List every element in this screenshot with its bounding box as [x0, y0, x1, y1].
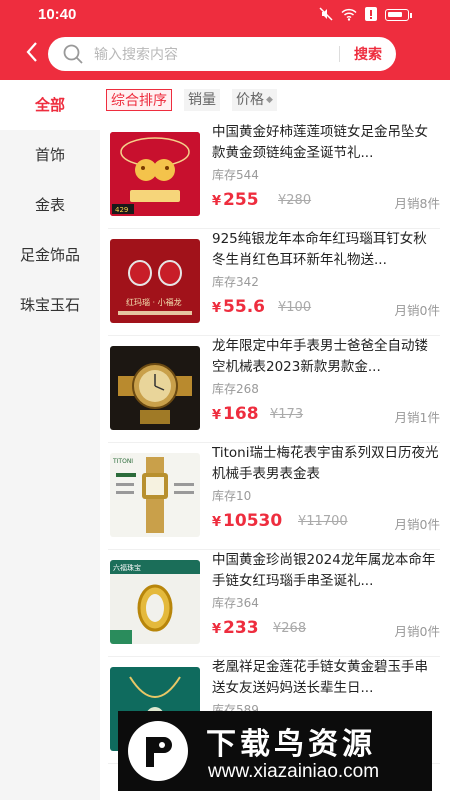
product-name: 中国黄金好柿莲莲项链女足金吊坠女款黄金颈链纯金圣诞节礼... [212, 124, 428, 161]
product-monthly-sales: 月销0件 [394, 624, 440, 639]
battery-icon [385, 9, 409, 21]
status-bar: 10:40 [0, 0, 450, 30]
product-original-price: ¥280 [278, 193, 312, 208]
alert-icon [365, 6, 377, 25]
product-image: 红玛瑙 · 小福龙 [110, 239, 200, 323]
product-price: ¥10530 [212, 511, 282, 531]
search-bar[interactable]: 输入搜索内容 搜索 [48, 37, 396, 71]
product-image: TITONI [110, 453, 200, 537]
currency-symbol: ¥ [212, 622, 222, 637]
status-time: 10:40 [38, 6, 77, 23]
currency-symbol: ¥ [212, 408, 222, 423]
product-original-price: ¥173 [270, 407, 304, 422]
product-stock: 库存544 [212, 168, 259, 182]
thumb-brand: 六福珠宝 [113, 563, 141, 572]
product-monthly-sales: 月销0件 [394, 303, 440, 318]
currency-symbol: ¥ [212, 194, 222, 209]
product-item[interactable]: 红玛瑙 · 小福龙 925纯银龙年本命年红玛瑙耳钉女秋冬生肖红色耳环新年礼物送.… [108, 229, 440, 336]
product-list: 429 中国黄金好柿莲莲项链女足金吊坠女款黄金颈链纯金圣诞节礼... 库存544… [100, 122, 450, 800]
watermark-banner: 下载鸟资源 www.xiazainiao.com [118, 711, 432, 791]
product-stock: 库存268 [212, 382, 259, 396]
product-image [110, 346, 200, 430]
product-name: Titoni瑞士梅花表宇宙系列双日历夜光机械手表男表金表 [212, 445, 439, 482]
battery-tip-icon [410, 12, 412, 18]
sort-price-label: 价格 [236, 92, 264, 108]
product-image: 429 [110, 132, 200, 216]
product-item[interactable]: TITONI Titoni瑞士梅花表宇宙系列双日历夜光机械手表男表金表 库存10… [108, 443, 440, 550]
product-name: 龙年限定中年手表男士爸爸全自动镂空机械表2023新款男款金... [212, 338, 428, 375]
product-name: 中国黄金珍尚银2024龙年属龙本命年手链女红玛瑙手串圣诞礼... [212, 552, 436, 589]
price-value: 233 [223, 618, 259, 638]
category-gold-watch[interactable]: 金表 [0, 180, 100, 230]
product-item[interactable]: 龙年限定中年手表男士爸爸全自动镂空机械表2023新款男款金... 库存268 ¥… [108, 336, 440, 443]
product-item[interactable]: 六福珠宝 中国黄金珍尚银2024龙年属龙本命年手链女红玛瑙手串圣诞礼... 库存… [108, 550, 440, 657]
category-gems-jade[interactable]: 珠宝玉石 [0, 280, 100, 330]
product-name: 925纯银龙年本命年红玛瑙耳钉女秋冬生肖红色耳环新年礼物送... [212, 231, 427, 268]
currency-symbol: ¥ [212, 515, 222, 530]
sort-price[interactable]: 价格 ◆ [232, 89, 277, 111]
header: 10:40 输入搜索内容 搜索 [0, 0, 450, 80]
thumb-tag: 429 [115, 206, 128, 214]
search-input[interactable]: 输入搜索内容 [94, 44, 339, 64]
category-sidebar: 全部 首饰 金表 足金饰品 珠宝玉石 [0, 80, 100, 800]
search-icon [63, 44, 83, 64]
search-button[interactable]: 搜索 [340, 44, 396, 64]
product-monthly-sales: 月销1件 [394, 410, 440, 425]
sort-toggle-icon: ◆ [266, 95, 273, 105]
category-all[interactable]: 全部 [0, 80, 100, 130]
sort-comprehensive[interactable]: 综合排序 [106, 89, 172, 111]
product-price: ¥233 [212, 618, 259, 638]
price-value: 55.6 [223, 297, 265, 317]
thumb-brand: TITONI [112, 458, 133, 465]
category-pure-gold[interactable]: 足金饰品 [0, 230, 100, 280]
product-stock: 库存342 [212, 275, 259, 289]
back-button[interactable] [24, 40, 44, 68]
product-image: 六福珠宝 [110, 560, 200, 644]
product-price: ¥55.6 [212, 297, 265, 317]
watermark-url: www.xiazainiao.com [208, 761, 380, 782]
product-name: 老凰祥足金莲花手链女黄金碧玉手串送女友送妈妈送长辈生日... [212, 659, 428, 696]
product-monthly-sales: 月销8件 [394, 196, 440, 211]
product-stock: 库存10 [212, 489, 252, 503]
sort-sales[interactable]: 销量 [184, 89, 220, 111]
product-original-price: ¥11700 [298, 514, 348, 529]
product-price: ¥255 [212, 190, 259, 210]
bird-logo-icon [128, 721, 188, 781]
product-original-price: ¥100 [278, 300, 312, 315]
chevron-left-icon [26, 42, 37, 62]
price-value: 10530 [223, 511, 283, 531]
product-original-price: ¥268 [273, 621, 307, 636]
thumb-caption: 红玛瑙 · 小福龙 [126, 297, 182, 307]
price-value: 255 [223, 190, 259, 210]
product-price: ¥168 [212, 404, 259, 424]
product-item[interactable]: 429 中国黄金好柿莲莲项链女足金吊坠女款黄金颈链纯金圣诞节礼... 库存544… [108, 122, 440, 229]
wifi-icon [341, 6, 357, 25]
watermark-title: 下载鸟资源 [206, 727, 376, 762]
price-value: 168 [223, 404, 259, 424]
category-jewelry[interactable]: 首饰 [0, 130, 100, 180]
sort-bar: 综合排序 销量 价格 ◆ [100, 80, 450, 120]
status-icons [319, 6, 412, 25]
product-stock: 库存364 [212, 596, 259, 610]
mute-icon [319, 6, 333, 25]
currency-symbol: ¥ [212, 301, 222, 316]
product-monthly-sales: 月销0件 [394, 517, 440, 532]
